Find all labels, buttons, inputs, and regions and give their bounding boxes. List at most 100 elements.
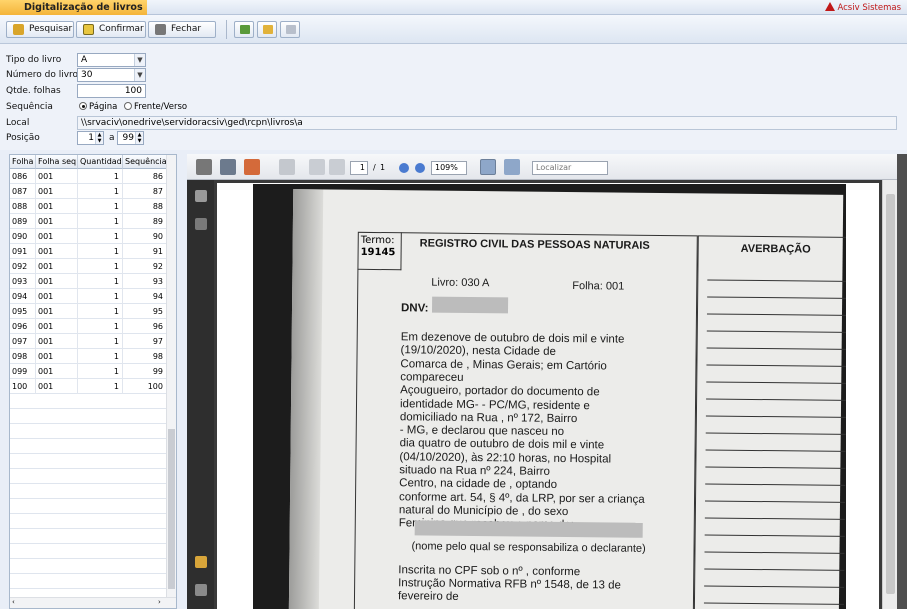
table-row[interactable]: 095 001 1 95	[10, 304, 167, 319]
table-row[interactable]: 100 001 1 100	[10, 379, 167, 394]
termo-label: Termo:	[360, 234, 395, 247]
empty-row	[10, 484, 167, 499]
confirm-button[interactable]: Confirmar	[76, 21, 146, 38]
table-cell: 1	[78, 169, 123, 184]
doc-line: Açougueiro, portador do documento de	[400, 384, 600, 399]
table-row[interactable]: 088 001 1 88	[10, 199, 167, 214]
viewer-scroll-thumb[interactable]	[886, 194, 895, 594]
save-icon[interactable]	[220, 159, 236, 175]
arrow-right-icon[interactable]: ›	[158, 598, 161, 606]
pos-to-spinner[interactable]: 99 ▲ ▼	[117, 131, 144, 145]
viewer-sidebar	[187, 180, 214, 609]
table-cell: 1	[78, 334, 123, 349]
table-cell: 001	[36, 274, 78, 289]
numero-select[interactable]: 30 ▼	[77, 68, 146, 82]
chevron-down-icon[interactable]: ▼	[134, 54, 145, 66]
close-button[interactable]: Fechar	[148, 21, 216, 38]
arrow-up-icon[interactable]	[309, 159, 325, 175]
table-row[interactable]: 099 001 1 99	[10, 364, 167, 379]
table-cell: 093	[10, 274, 36, 289]
zoom-select[interactable]: 109%	[431, 161, 467, 175]
redaction-block	[414, 520, 643, 538]
table-row[interactable]: 090 001 1 90	[10, 229, 167, 244]
table-cell: 091	[10, 244, 36, 259]
viewer-scrollbar[interactable]	[882, 180, 897, 609]
doc-line: (04/10/2020), às 22:10 horas, no Hospita…	[399, 450, 612, 466]
scroll-thumb[interactable]	[168, 429, 175, 589]
empty-row	[10, 454, 167, 469]
main-toolbar: Pesquisar Confirmar Fechar	[0, 15, 907, 44]
filter-button[interactable]	[280, 21, 300, 38]
table-cell: 086	[10, 169, 36, 184]
window-tab[interactable]: Digitalização de livros	[0, 0, 147, 15]
doc-dnv: DNV:	[400, 302, 429, 315]
col-header-quantidade[interactable]: Quantidade	[78, 155, 123, 169]
local-field[interactable]: \\srvaciv\onedrive\servidoracsiv\ged\rcp…	[77, 116, 897, 130]
open-folder-button[interactable]	[257, 21, 277, 38]
table-cell: 100	[10, 379, 36, 394]
table-cell: 88	[123, 199, 167, 214]
table-row[interactable]: 094 001 1 94	[10, 289, 167, 304]
pos-from-spinner[interactable]: 1 ▲ ▼	[77, 131, 104, 145]
termo-box: Termo: 19145	[357, 231, 402, 271]
table-row[interactable]: 092 001 1 92	[10, 259, 167, 274]
fit-page-icon[interactable]	[480, 159, 496, 175]
table-row[interactable]: 086 001 1 86	[10, 169, 167, 184]
arrow-down-icon[interactable]	[329, 159, 345, 175]
doc-line: conforme art. 54, § 4º, da LRP, por ser …	[398, 490, 645, 506]
radio-pagina[interactable]: Página	[79, 102, 117, 112]
table-row[interactable]: 097 001 1 97	[10, 334, 167, 349]
attachment-icon[interactable]	[195, 584, 207, 596]
page-number-input[interactable]: 1	[350, 161, 368, 175]
find-input[interactable]: Localizar	[532, 161, 608, 175]
table-cell: 1	[78, 304, 123, 319]
table-cell: 92	[123, 259, 167, 274]
empty-row	[10, 499, 167, 514]
scanner-button[interactable]	[234, 21, 254, 38]
search-button[interactable]: Pesquisar	[6, 21, 74, 38]
radio-frente-label: Frente/Verso	[134, 102, 188, 112]
grid-scrollbar[interactable]	[166, 155, 176, 598]
fit-width-icon[interactable]	[504, 159, 520, 175]
tipo-select[interactable]: A ▼	[77, 53, 146, 67]
scanned-image: Termo: 19145 REGISTRO CIVIL DAS PESSOAS N…	[253, 184, 846, 609]
table-cell: 90	[123, 229, 167, 244]
copy-icon[interactable]	[279, 159, 295, 175]
table-cell: 1	[78, 214, 123, 229]
col-header-folha-seq[interactable]: Folha seq.	[36, 155, 78, 169]
table-row[interactable]: 087 001 1 87	[10, 184, 167, 199]
table-cell: 1	[78, 244, 123, 259]
table-cell: 1	[78, 349, 123, 364]
qtde-field[interactable]: 100	[77, 84, 146, 98]
pages-icon[interactable]	[195, 190, 207, 202]
table-cell: 001	[36, 199, 78, 214]
doc-line: situado na Rua nº 224, Bairro	[399, 464, 550, 478]
chevron-down-icon[interactable]: ▼	[134, 69, 145, 81]
col-header-folha[interactable]: Folha	[10, 155, 36, 169]
grid-hscrollbar[interactable]: ‹ ›	[10, 597, 176, 608]
table-cell: 100	[123, 379, 167, 394]
table-row[interactable]: 093 001 1 93	[10, 274, 167, 289]
bookmarks-icon[interactable]	[195, 218, 207, 230]
print-icon[interactable]	[196, 159, 212, 175]
table-row[interactable]: 091 001 1 91	[10, 244, 167, 259]
table-row[interactable]: 096 001 1 96	[10, 319, 167, 334]
table-cell: 001	[36, 214, 78, 229]
pdf-viewer: 1 / 1 109% Localizar Termo: 19145 REGISTR…	[187, 154, 907, 609]
table-cell: 001	[36, 334, 78, 349]
export-icon[interactable]	[244, 159, 260, 175]
comments-icon[interactable]	[195, 556, 207, 568]
col-header-sequencia[interactable]: Sequência	[123, 155, 167, 169]
zoom-out-icon[interactable]	[399, 163, 409, 173]
spin-arrows-icon[interactable]: ▲ ▼	[95, 132, 103, 144]
empty-row	[10, 394, 167, 409]
arrow-left-icon[interactable]: ‹	[12, 598, 15, 606]
table-row[interactable]: 089 001 1 89	[10, 214, 167, 229]
redaction-block	[431, 296, 509, 314]
zoom-in-icon[interactable]	[415, 163, 425, 173]
table-cell: 96	[123, 319, 167, 334]
radio-frente-verso[interactable]: Frente/Verso	[124, 102, 187, 112]
page-sep: /	[373, 163, 376, 172]
spin-arrows-icon[interactable]: ▲ ▼	[135, 132, 143, 144]
table-row[interactable]: 098 001 1 98	[10, 349, 167, 364]
